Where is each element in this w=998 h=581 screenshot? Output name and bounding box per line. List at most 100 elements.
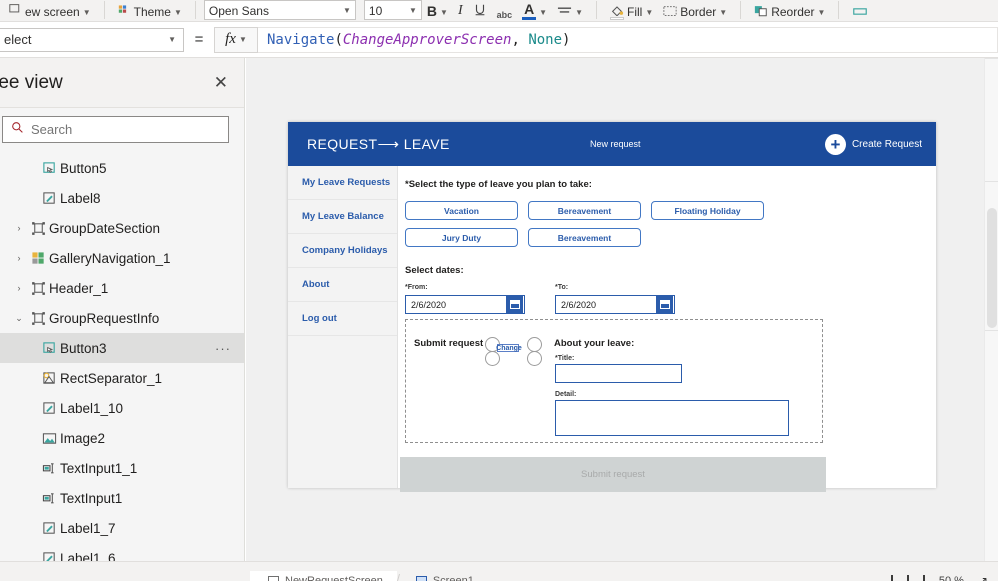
tree-search-container xyxy=(0,108,244,153)
button-icon xyxy=(38,341,60,356)
powerapps-studio: ew screen ▼ Theme ▼ Open Sans ▼ 10 ▼ B ▼… xyxy=(0,0,998,581)
status-bar-right: 50 % ↗ xyxy=(890,574,998,581)
leave-type-button-bereavement[interactable]: Bereavement xyxy=(528,228,641,247)
app-title-left: REQUEST xyxy=(307,136,378,152)
tree-node-textinput1_1[interactable]: TextInput1_1 xyxy=(0,453,244,483)
tree-node-label: Header_1 xyxy=(49,280,109,296)
resize-handle-bottom-right[interactable] xyxy=(527,351,542,366)
tree-node-label: Button5 xyxy=(60,160,107,176)
zoom-slider-handle[interactable] xyxy=(906,575,909,581)
leave-type-button-vacation[interactable]: Vacation xyxy=(405,201,518,220)
fill-button[interactable]: Fill ▼ xyxy=(605,0,658,21)
create-request-button[interactable]: + Create Request xyxy=(824,133,922,155)
calendar-icon[interactable] xyxy=(656,296,673,313)
tree-node-label1_10[interactable]: Label1_10 xyxy=(0,393,244,423)
theme-button[interactable]: Theme ▼ xyxy=(113,0,187,21)
to-date-field[interactable]: 2/6/2020 xyxy=(555,295,675,314)
zoom-level: 50 % xyxy=(938,574,964,581)
font-name-select[interactable]: Open Sans ▼ xyxy=(203,0,356,20)
app-nav-item-about[interactable]: About xyxy=(288,268,397,302)
tree-node-image2[interactable]: Image2 xyxy=(0,423,244,453)
app-nav-item-company-holidays[interactable]: Company Holidays xyxy=(288,234,397,268)
formula-token-identifier: ChangeApproverScreen xyxy=(342,31,512,48)
tree-node-header_1[interactable]: › Header_1 xyxy=(0,273,244,303)
tree-node-label: GroupDateSection xyxy=(49,220,161,236)
chevron-down-icon: ▼ xyxy=(440,8,448,17)
tree-node-label: Button3 xyxy=(60,340,107,356)
expand-chevron-icon[interactable]: › xyxy=(11,283,27,293)
ribbon-group-theme: Theme ▼ xyxy=(109,0,191,21)
app-canvas: REQUEST⟶ LEAVE New request + Create Requ… xyxy=(288,122,936,492)
equals-sign: = xyxy=(194,31,204,48)
tree-node-label8[interactable]: Label8 xyxy=(0,183,244,213)
label-icon xyxy=(38,521,60,536)
underline-button[interactable] xyxy=(468,0,492,21)
leave-type-button-floating-holiday[interactable]: Floating Holiday xyxy=(651,201,764,220)
font-color-button[interactable]: A ▼ xyxy=(517,0,552,21)
font-size-select[interactable]: 10 ▼ xyxy=(363,0,422,20)
tree-view-title: ree view xyxy=(0,71,63,93)
screen-tab-newrequestscreen[interactable]: NewRequestScreen xyxy=(250,570,397,581)
detail-input[interactable] xyxy=(555,400,789,436)
tree-node-textinput1[interactable]: TextInput1 xyxy=(0,483,244,513)
tree-node-rectseparator_1[interactable]: RectSeparator_1 xyxy=(0,363,244,393)
new-screen-button[interactable]: ew screen ▼ xyxy=(4,0,96,21)
size-button[interactable] xyxy=(847,0,873,21)
tree-node-button5[interactable]: Button5 xyxy=(0,153,244,183)
from-date-field[interactable]: 2/6/2020 xyxy=(405,295,525,314)
formula-input[interactable]: Navigate(ChangeApproverScreen, None) xyxy=(258,26,998,53)
calendar-icon[interactable] xyxy=(506,296,523,313)
tree-node-label: Label8 xyxy=(60,190,101,206)
fullscreen-icon[interactable]: ↗ xyxy=(978,574,988,581)
ribbon-divider xyxy=(194,1,196,19)
font-size-value: 10 xyxy=(368,4,383,18)
leave-type-button-jury-duty[interactable]: Jury Duty xyxy=(405,228,518,247)
app-nav-item-log-out[interactable]: Log out xyxy=(288,302,397,336)
title-input[interactable] xyxy=(555,364,682,383)
more-options-icon[interactable]: ··· xyxy=(215,341,231,356)
scrollbar-thumb[interactable] xyxy=(987,208,997,328)
italic-button[interactable]: I xyxy=(453,0,468,21)
chevron-down-icon: ▼ xyxy=(817,8,826,17)
fx-icon: fx xyxy=(225,31,236,47)
app-nav-item-my-leave-balance[interactable]: My Leave Balance xyxy=(288,200,397,234)
leave-type-button-bereavement[interactable]: Bereavement xyxy=(528,201,641,220)
screen-icon-blue xyxy=(415,576,427,581)
ribbon-divider xyxy=(103,1,105,19)
tree-node-gallerynavigation_1[interactable]: › GalleryNavigation_1 xyxy=(0,243,244,273)
group-icon xyxy=(27,281,49,296)
tree-node-label: Label1_7 xyxy=(60,520,116,536)
property-select[interactable]: elect ▼ xyxy=(0,27,184,52)
tree-node-label: GroupRequestInfo xyxy=(49,310,160,326)
workspace-scrollbar[interactable] xyxy=(984,58,998,561)
strikethrough-button[interactable]: abc xyxy=(492,0,518,21)
tree-node-label1_7[interactable]: Label1_7 xyxy=(0,513,244,543)
zoom-minus-icon[interactable] xyxy=(890,575,893,581)
search-input[interactable] xyxy=(31,122,220,137)
fx-button[interactable]: fx ▼ xyxy=(214,26,258,53)
resize-handle-top-right[interactable] xyxy=(527,337,542,352)
gallery-icon xyxy=(27,251,49,266)
app-nav-item-my-leave-requests[interactable]: My Leave Requests xyxy=(288,166,397,200)
change-approver-button[interactable]: Change xyxy=(491,342,527,354)
expand-chevron-icon[interactable]: › xyxy=(11,223,27,233)
reorder-button[interactable]: Reorder ▼ xyxy=(749,0,830,21)
expand-chevron-icon[interactable]: ⌄ xyxy=(11,313,27,324)
submit-request-button[interactable]: Submit request xyxy=(400,457,826,492)
chevron-down-icon: ▼ xyxy=(238,35,247,44)
screen-tab-screen1[interactable]: Screen1 xyxy=(398,571,488,581)
app-title: REQUEST⟶ LEAVE xyxy=(307,135,450,153)
tree-node-button3[interactable]: Button3 ··· xyxy=(0,333,244,363)
zoom-plus-icon[interactable] xyxy=(922,575,925,581)
align-button[interactable]: ▼ xyxy=(552,0,588,21)
search-box[interactable] xyxy=(2,116,229,143)
plus-icon: + xyxy=(824,133,846,155)
close-icon[interactable]: ✕ xyxy=(214,74,228,91)
tree-view-panel: ree view ✕ Button5 Label8 › GroupDateSectio… xyxy=(0,58,245,581)
border-button[interactable]: Border ▼ xyxy=(658,0,732,21)
bold-button[interactable]: B ▼ xyxy=(422,0,453,21)
tree-node-grouprequestinfo[interactable]: ⌄ GroupRequestInfo xyxy=(0,303,244,333)
tree-node-groupdatesection[interactable]: › GroupDateSection xyxy=(0,213,244,243)
border-icon xyxy=(663,5,677,20)
expand-chevron-icon[interactable]: › xyxy=(11,253,27,263)
